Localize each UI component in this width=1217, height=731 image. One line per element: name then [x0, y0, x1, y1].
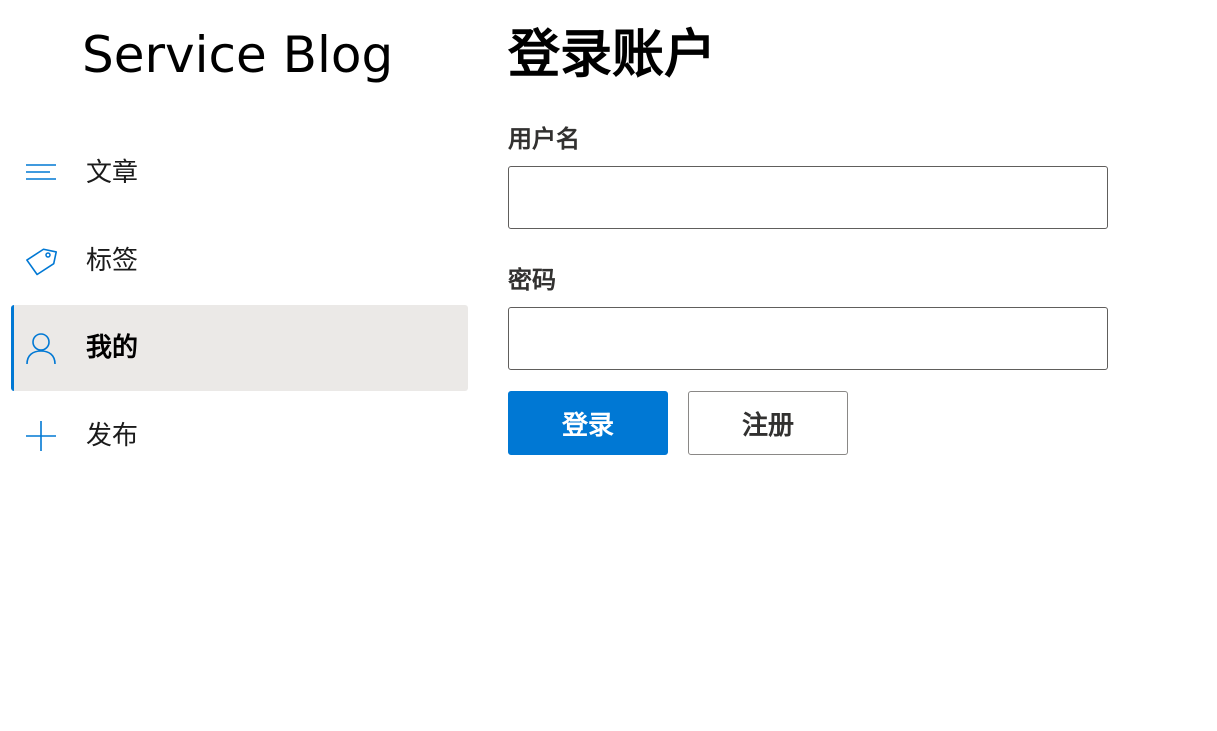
- register-button[interactable]: 注册: [688, 391, 848, 455]
- sidebar-item-mine[interactable]: 我的: [11, 305, 468, 391]
- sidebar-item-label: 我的: [86, 333, 139, 363]
- sidebar-item-label: 发布: [86, 421, 139, 451]
- sidebar-item-label: 文章: [86, 158, 139, 188]
- site-title[interactable]: Service Blog: [82, 22, 393, 88]
- lines-icon: [26, 164, 56, 180]
- person-icon: [26, 333, 56, 365]
- sidebar-item-tags[interactable]: 标签: [11, 218, 468, 304]
- sidebar-item-articles[interactable]: 文章: [11, 130, 468, 216]
- page-title: 登录账户: [508, 25, 717, 85]
- tag-icon: [26, 248, 58, 276]
- login-button[interactable]: 登录: [508, 391, 668, 455]
- sidebar: Service Blog 文章 标签 我的 发布: [0, 0, 478, 731]
- password-field[interactable]: [508, 307, 1108, 370]
- username-field[interactable]: [508, 166, 1108, 229]
- sidebar-item-publish[interactable]: 发布: [11, 393, 468, 479]
- password-label: 密码: [508, 266, 556, 294]
- sidebar-item-label: 标签: [86, 246, 139, 276]
- username-label: 用户名: [508, 125, 580, 153]
- plus-icon: [26, 421, 56, 451]
